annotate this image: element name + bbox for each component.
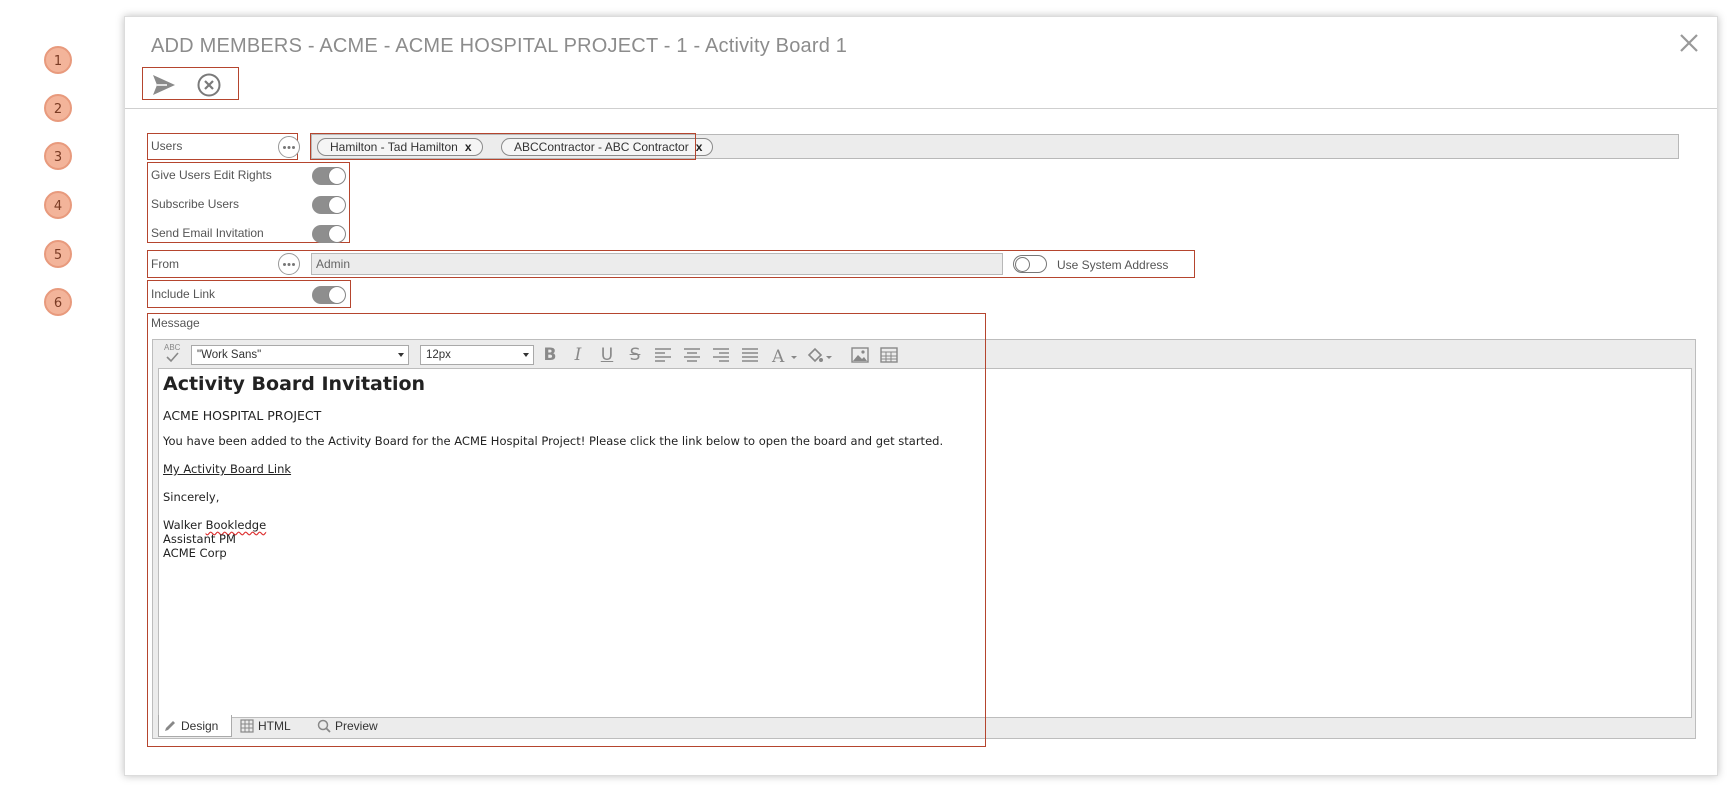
system-address-toggle[interactable] (1013, 255, 1047, 273)
users-label: Users (151, 139, 183, 153)
from-label: From (151, 257, 179, 271)
add-members-dialog: ADD MEMBERS - ACME - ACME HOSPITAL PROJE… (124, 16, 1718, 776)
subscribe-toggle[interactable] (312, 196, 346, 214)
callout-3: 3 (44, 142, 72, 170)
callout-2: 2 (44, 94, 72, 122)
callout-1: 1 (44, 46, 72, 74)
subscribe-label: Subscribe Users (151, 197, 240, 211)
from-field[interactable]: Admin (311, 253, 1003, 275)
callout-5: 5 (44, 240, 72, 268)
callout-4: 4 (44, 191, 72, 219)
edit-rights-toggle[interactable] (312, 167, 346, 185)
include-link-label: Include Link (151, 287, 216, 301)
users-lookup-button[interactable] (278, 136, 300, 158)
users-chips-box (310, 133, 696, 160)
dialog-toolbar (142, 67, 239, 100)
callout-6: 6 (44, 288, 72, 316)
message-box (147, 313, 986, 747)
chip-remove-icon[interactable]: x (696, 140, 703, 154)
send-email-toggle[interactable] (312, 225, 346, 243)
edit-rights-label: Give Users Edit Rights (151, 168, 272, 182)
dialog-title: ADD MEMBERS - ACME - ACME HOSPITAL PROJE… (151, 35, 848, 57)
send-icon[interactable] (151, 72, 177, 98)
close-icon[interactable] (1677, 31, 1701, 55)
include-link-toggle[interactable] (312, 286, 346, 304)
cancel-circle-icon[interactable] (196, 72, 222, 98)
header-divider (125, 108, 1717, 109)
send-email-label: Send Email Invitation (151, 226, 264, 240)
system-address-label: Use System Address (1057, 258, 1169, 272)
from-lookup-button[interactable] (278, 253, 300, 275)
